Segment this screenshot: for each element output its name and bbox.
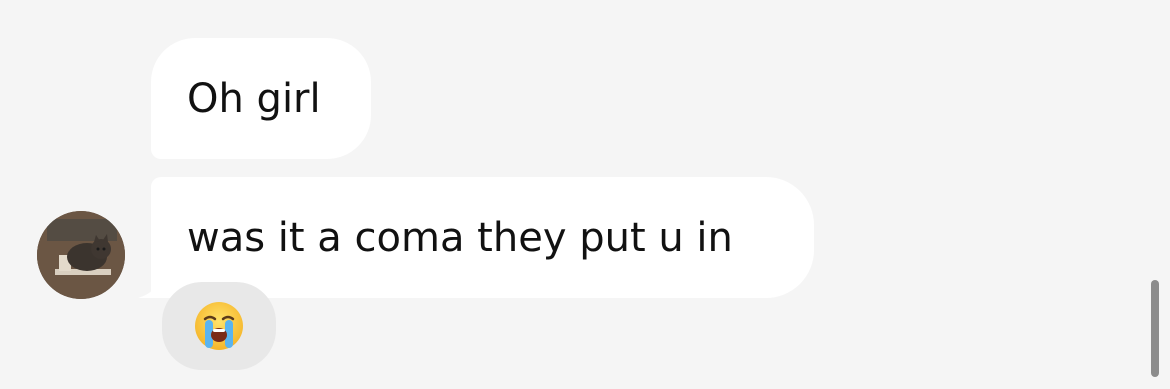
- message-text: was it a coma they put u in: [187, 214, 733, 261]
- cat-photo-icon: [37, 211, 125, 299]
- message-text: Oh girl: [187, 75, 321, 122]
- scrollbar[interactable]: [1151, 280, 1159, 377]
- avatar[interactable]: [37, 211, 125, 299]
- bubble-tail: [138, 282, 160, 298]
- message-bubble[interactable]: Oh girl: [151, 38, 371, 159]
- reaction-pill[interactable]: [162, 282, 276, 370]
- message-bubble[interactable]: was it a coma they put u in: [151, 177, 814, 298]
- loudly-crying-face-icon: [195, 302, 243, 350]
